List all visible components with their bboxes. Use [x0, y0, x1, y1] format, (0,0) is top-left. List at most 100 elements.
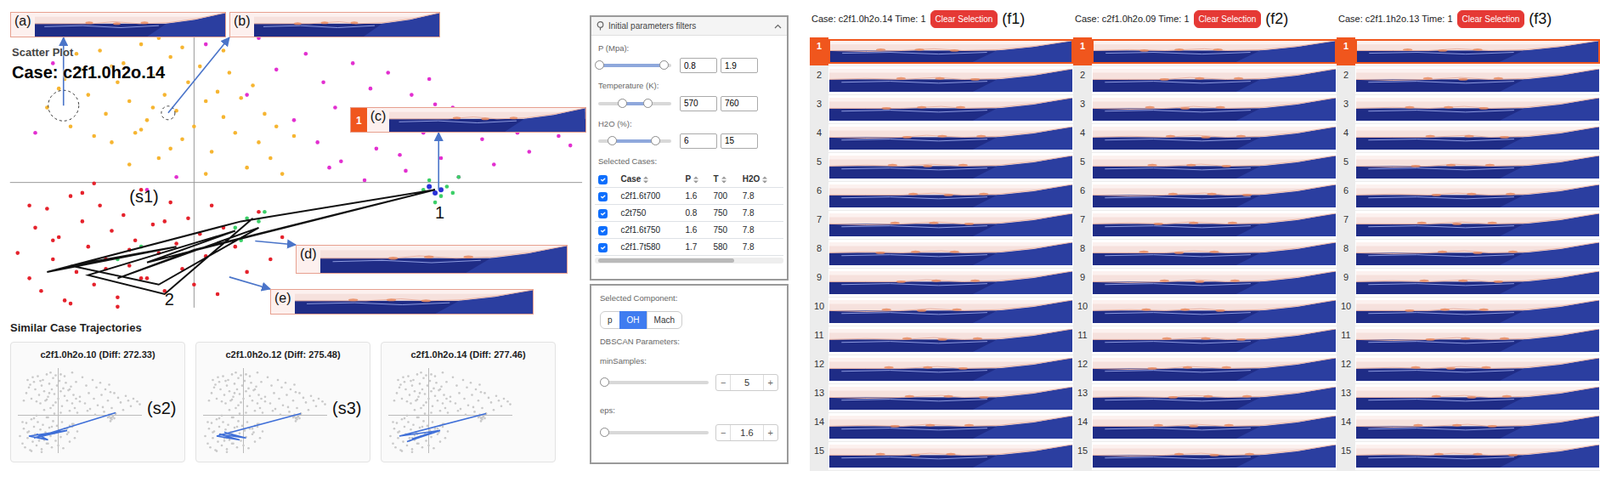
frame-thumbnail[interactable] — [828, 356, 1074, 382]
stepper-value[interactable]: 5 — [729, 374, 764, 391]
frame-row[interactable]: 8 — [1073, 239, 1337, 269]
row-checkbox[interactable] — [598, 192, 608, 202]
frame-thumbnail[interactable] — [828, 299, 1074, 324]
frame-thumbnail[interactable] — [1355, 67, 1600, 93]
data-point[interactable] — [321, 79, 326, 85]
frame-row[interactable]: 7 — [1073, 210, 1337, 240]
data-point[interactable] — [115, 294, 120, 300]
frame-row[interactable]: 5 — [1336, 152, 1600, 182]
clear-selection-button[interactable]: Clear Selection — [1457, 10, 1526, 29]
frame-thumbnail[interactable] — [1091, 443, 1337, 469]
frame-row[interactable]: 9 — [1073, 268, 1337, 298]
frame-thumbnail[interactable] — [1355, 125, 1600, 151]
data-point[interactable] — [50, 257, 56, 262]
frame-row[interactable]: 6 — [809, 181, 1074, 211]
data-point[interactable] — [86, 244, 91, 249]
data-point[interactable] — [145, 276, 150, 281]
data-point[interactable] — [192, 282, 197, 288]
table-row[interactable]: c2f1.7t5801.75807.8 — [594, 238, 784, 256]
slider-handle[interactable] — [650, 135, 661, 146]
frame-row[interactable]: 8 — [1336, 239, 1600, 269]
data-point[interactable] — [568, 143, 573, 148]
data-point[interactable] — [215, 90, 221, 95]
frame-row[interactable]: 3 — [1336, 95, 1600, 125]
row-checkbox[interactable] — [598, 209, 608, 219]
data-point[interactable] — [221, 48, 227, 53]
range-slider[interactable] — [598, 139, 672, 143]
data-point[interactable] — [139, 127, 144, 132]
data-point[interactable] — [33, 226, 38, 231]
sort-icon[interactable] — [643, 175, 649, 184]
annotation-thumbnail[interactable]: (a) — [10, 11, 227, 38]
data-point[interactable] — [203, 99, 209, 104]
component-option[interactable]: OH — [619, 310, 648, 329]
frame-row[interactable]: 2 — [1336, 66, 1600, 96]
decrement-button[interactable]: − — [716, 374, 730, 391]
table-row[interactable]: c2f1.6t7001.67007.8 — [594, 187, 784, 205]
data-point[interactable] — [203, 42, 209, 47]
data-point[interactable] — [15, 250, 20, 255]
data-point[interactable] — [480, 136, 485, 142]
frame-thumbnail[interactable] — [828, 385, 1074, 411]
data-point[interactable] — [68, 301, 74, 306]
frame-row[interactable]: 15 — [1073, 441, 1337, 471]
data-point[interactable] — [74, 270, 80, 275]
data-point[interactable] — [180, 45, 185, 51]
frame-thumbnail[interactable] — [1091, 270, 1337, 295]
frame-row[interactable]: 11 — [809, 326, 1074, 356]
data-point[interactable] — [238, 96, 244, 101]
data-point[interactable] — [86, 92, 91, 97]
data-point[interactable] — [80, 191, 85, 196]
increment-button[interactable]: + — [763, 374, 778, 391]
data-point[interactable] — [97, 203, 102, 209]
data-point[interactable] — [62, 298, 68, 303]
slider-handle[interactable] — [643, 98, 653, 108]
data-point[interactable] — [109, 228, 114, 233]
data-point[interactable] — [180, 136, 185, 142]
frame-thumbnail[interactable] — [1355, 212, 1600, 238]
frame-row[interactable]: 10 — [809, 297, 1074, 327]
data-point[interactable] — [432, 190, 438, 196]
slider-handle[interactable] — [599, 427, 610, 437]
frame-thumbnail[interactable] — [1091, 67, 1337, 93]
frame-row[interactable]: 13 — [1073, 384, 1337, 413]
data-point[interactable] — [274, 67, 279, 73]
frame-thumbnail[interactable] — [1091, 183, 1337, 209]
filters-header[interactable]: Initial parameters filters — [591, 16, 787, 36]
data-point[interactable] — [80, 219, 85, 224]
component-option[interactable]: Mach — [646, 310, 683, 329]
frame-thumbnail[interactable] — [828, 67, 1074, 93]
data-point[interactable] — [174, 241, 179, 246]
value-slider[interactable] — [599, 380, 709, 385]
data-point[interactable] — [174, 175, 179, 180]
data-point[interactable] — [168, 200, 173, 205]
frame-thumbnail[interactable] — [1355, 299, 1600, 324]
frame-thumbnail[interactable] — [828, 39, 1074, 64]
frame-row[interactable]: 13 — [809, 384, 1074, 413]
frame-row[interactable]: 7 — [1336, 210, 1600, 240]
data-point[interactable] — [97, 48, 102, 53]
scatter-plot[interactable]: (s1)12Scatter PlotCase: c2f1.0h2o.14(a)(… — [0, 0, 588, 317]
frame-row[interactable]: 13 — [1336, 384, 1600, 413]
data-point[interactable] — [91, 282, 97, 288]
data-point[interactable] — [439, 193, 444, 198]
data-point[interactable] — [68, 193, 74, 198]
frame-row[interactable]: 11 — [1336, 326, 1600, 356]
clear-selection-button[interactable]: Clear Selection — [1193, 10, 1262, 29]
frame-thumbnail[interactable] — [828, 96, 1074, 122]
data-point[interactable] — [27, 203, 32, 209]
data-point[interactable] — [339, 158, 344, 164]
frame-row[interactable]: 14 — [1073, 412, 1337, 442]
frame-row[interactable]: 8 — [809, 239, 1074, 269]
sort-icon[interactable] — [693, 175, 699, 184]
value-slider[interactable] — [599, 430, 709, 435]
range-slider[interactable] — [598, 101, 672, 106]
data-point[interactable] — [451, 191, 456, 196]
frame-row[interactable]: 3 — [809, 95, 1074, 125]
data-point[interactable] — [433, 101, 438, 107]
frame-thumbnail[interactable] — [1355, 183, 1600, 209]
data-point[interactable] — [280, 171, 285, 176]
data-point[interactable] — [427, 178, 432, 183]
data-point[interactable] — [315, 140, 320, 145]
annotation-thumbnail[interactable]: 1(c) — [350, 107, 587, 133]
